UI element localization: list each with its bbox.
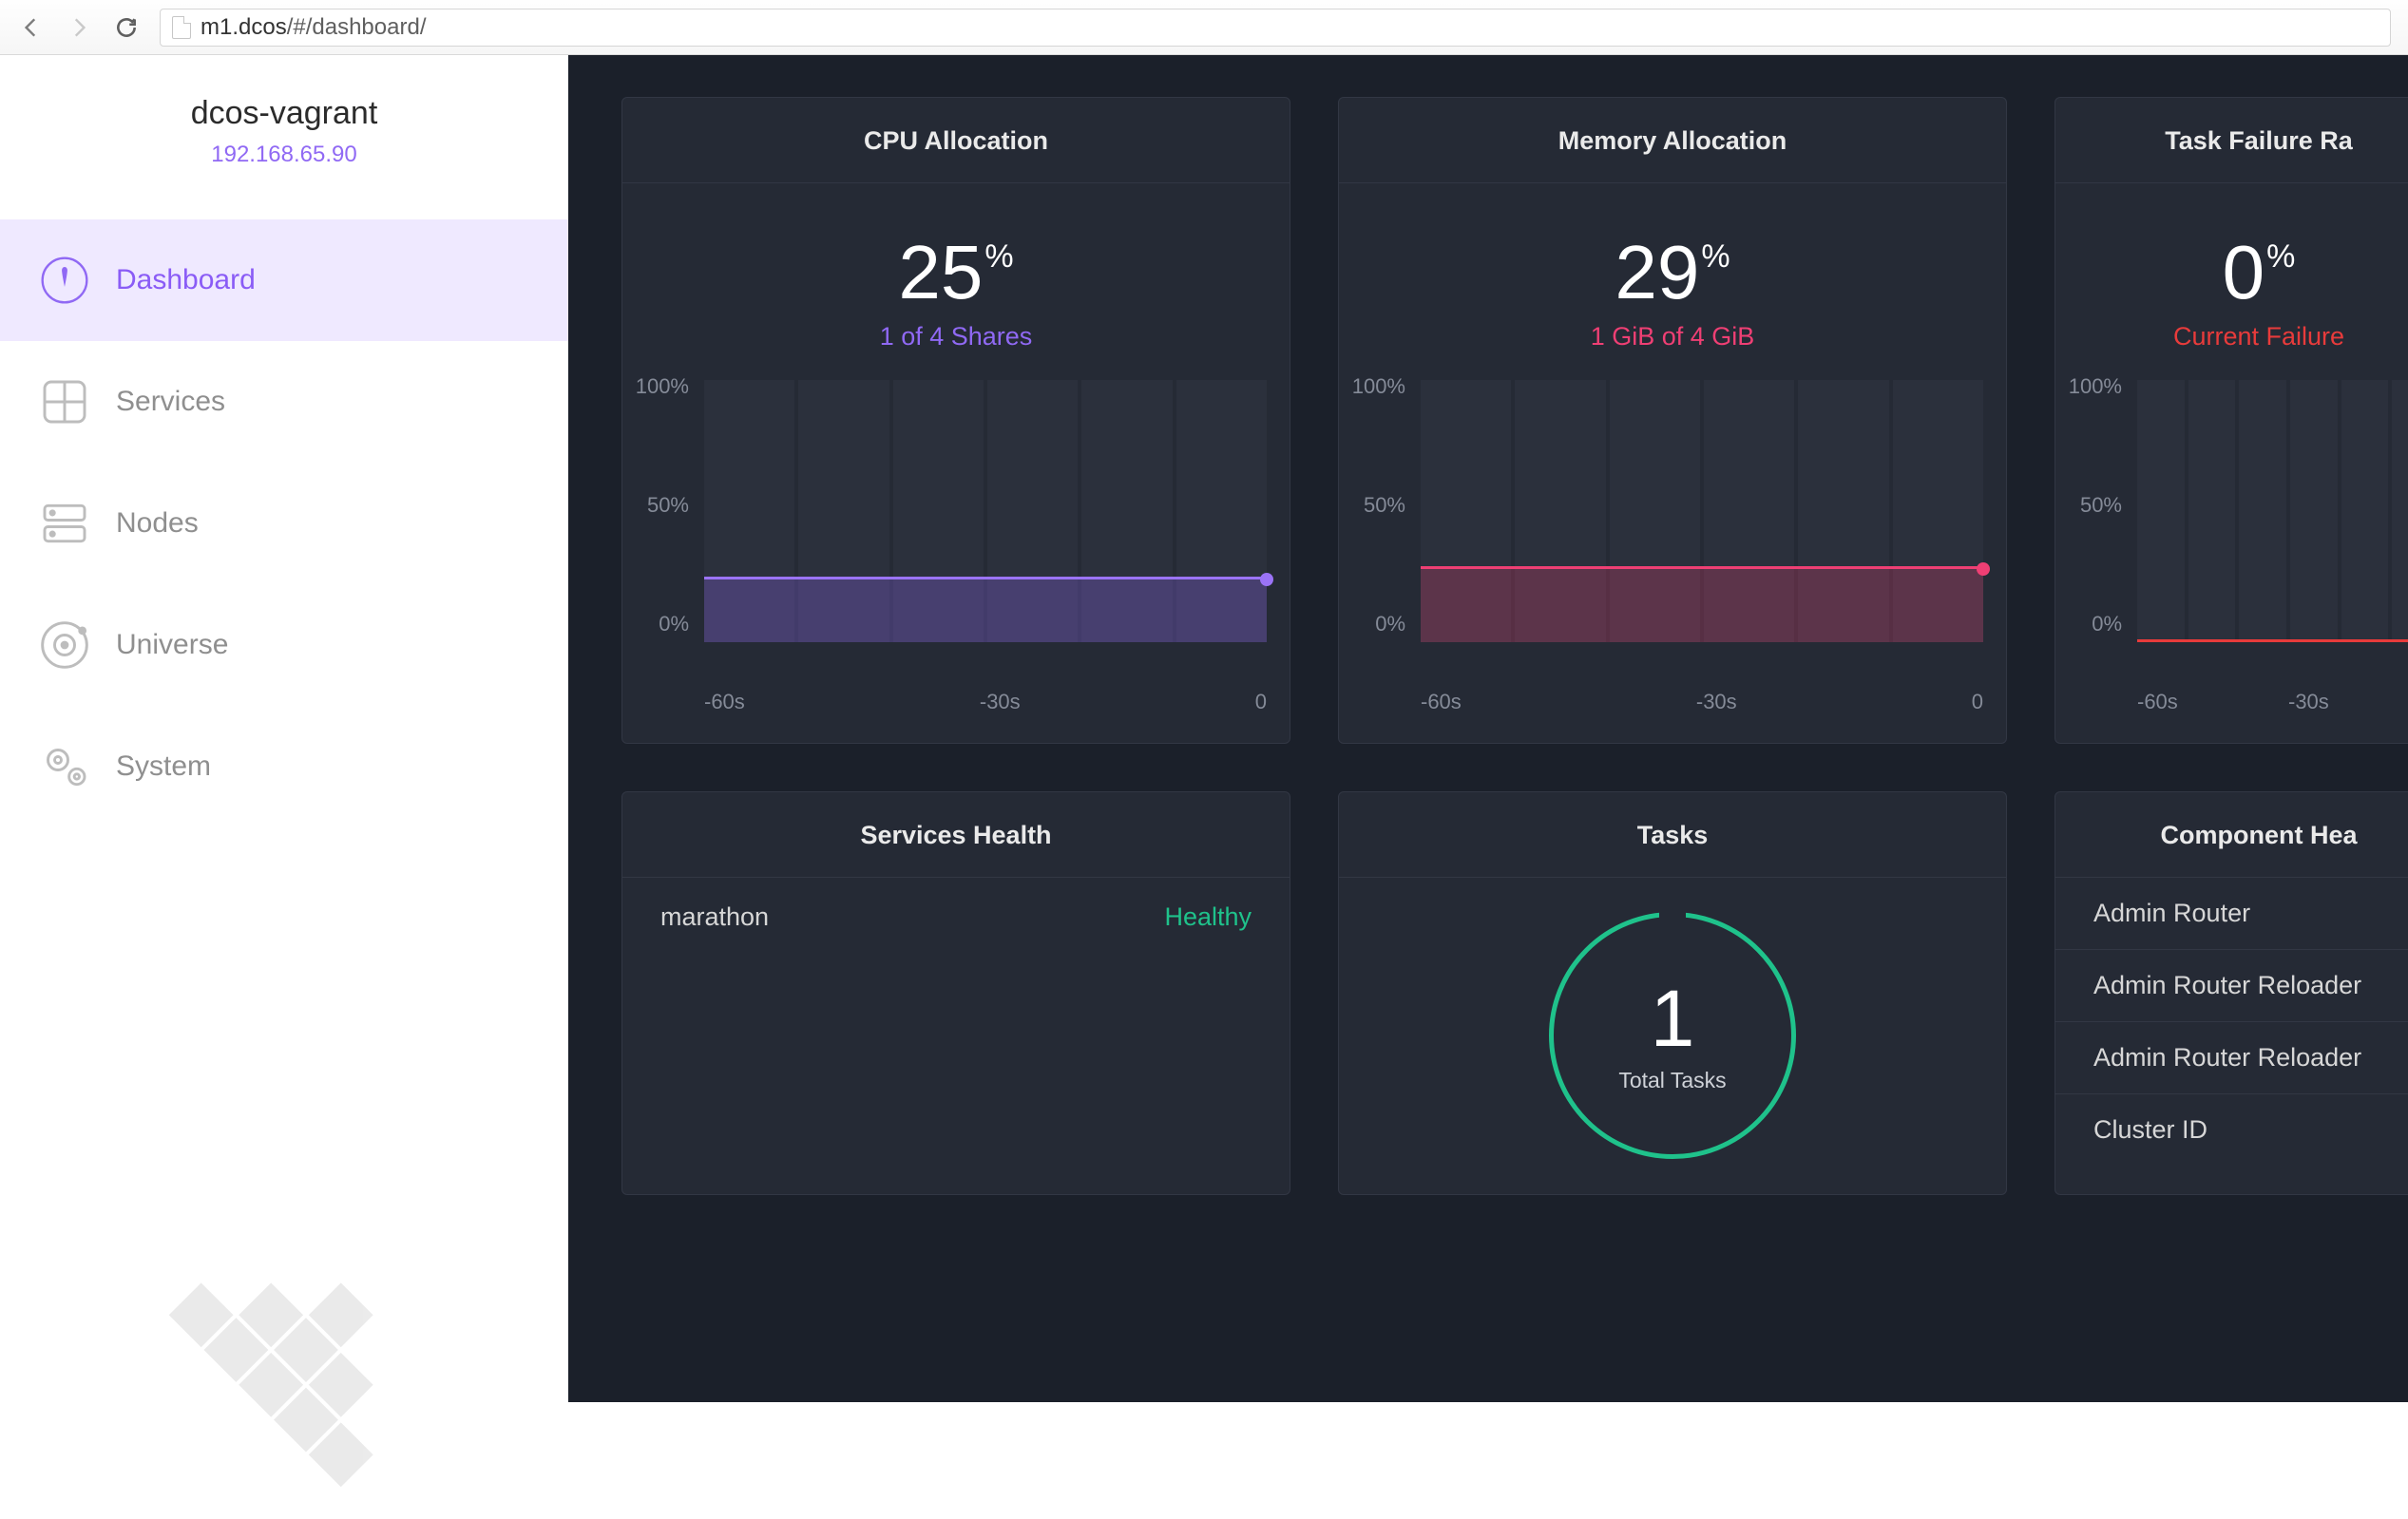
url-text: m1.dcos/#/dashboard/ (201, 14, 426, 41)
panel-title: CPU Allocation (622, 98, 1290, 183)
panel-task-failure-rate: Task Failure Ra 0% Current Failure 100%5… (2054, 97, 2408, 744)
panel-component-health: Component Hea Admin Router Admin Router … (2054, 791, 2408, 1195)
sidebar-item-label: Universe (116, 629, 228, 661)
cluster-name: dcos-vagrant (0, 95, 568, 132)
sidebar-item-system[interactable]: System (0, 706, 568, 827)
sidebar-nav: Dashboard Services Nodes Universe (0, 219, 568, 827)
memory-usage-label: 1 GiB of 4 GiB (1339, 322, 2006, 351)
sidebar-item-dashboard[interactable]: Dashboard (0, 219, 568, 341)
sidebar-item-universe[interactable]: Universe (0, 584, 568, 706)
tasks-gauge: 1 Total Tasks (1549, 912, 1796, 1159)
tasks-count: 1 (1651, 978, 1695, 1058)
page-icon (172, 16, 191, 39)
panel-title: Services Health (622, 792, 1290, 878)
cpu-percent: 25% (898, 235, 1013, 311)
gauge-icon (38, 254, 91, 307)
component-row[interactable]: Admin Router Reloader (2055, 1021, 2408, 1093)
memory-percent: 29% (1615, 235, 1730, 311)
dashboard-main: CPU Allocation 25% 1 of 4 Shares 100%50%… (568, 55, 2408, 1402)
failure-percent: 0% (2223, 235, 2296, 311)
sidebar: dcos-vagrant 192.168.65.90 Dashboard Ser… (0, 55, 568, 1402)
memory-chart: 100%50%0% (1339, 365, 2006, 678)
failure-chart: 100%50%0% (2055, 365, 2408, 678)
sidebar-item-label: Dashboard (116, 264, 256, 296)
tasks-label: Total Tasks (1618, 1068, 1726, 1093)
sidebar-item-label: System (116, 750, 211, 783)
sidebar-item-services[interactable]: Services (0, 341, 568, 463)
cpu-chart: 100%50%0% (622, 365, 1290, 678)
service-name: marathon (660, 902, 769, 932)
panel-services-health: Services Health marathon Healthy (621, 791, 1290, 1195)
reload-button[interactable] (112, 13, 141, 42)
panel-memory-allocation: Memory Allocation 29% 1 GiB of 4 GiB 100… (1338, 97, 2007, 744)
panel-title: Tasks (1339, 792, 2006, 878)
panel-cpu-allocation: CPU Allocation 25% 1 of 4 Shares 100%50%… (621, 97, 1290, 744)
address-bar[interactable]: m1.dcos/#/dashboard/ (160, 9, 2391, 47)
cluster-ip[interactable]: 192.168.65.90 (0, 142, 568, 168)
failure-label: Current Failure (2055, 322, 2408, 351)
component-row[interactable]: Admin Router Reloader (2055, 949, 2408, 1021)
cluster-header: dcos-vagrant 192.168.65.90 (0, 55, 568, 191)
gears-icon (38, 740, 91, 793)
service-status: Healthy (1164, 902, 1252, 932)
dcos-logo-icon (156, 1232, 425, 1501)
sidebar-item-nodes[interactable]: Nodes (0, 463, 568, 584)
forward-button[interactable] (65, 13, 93, 42)
panel-title: Component Hea (2055, 792, 2408, 878)
cpu-shares-label: 1 of 4 Shares (622, 322, 1290, 351)
sidebar-item-label: Services (116, 386, 225, 418)
component-row[interactable]: Cluster ID (2055, 1093, 2408, 1166)
orbit-icon (38, 618, 91, 672)
sidebar-item-label: Nodes (116, 507, 199, 540)
grid-icon (38, 375, 91, 428)
browser-toolbar: m1.dcos/#/dashboard/ (0, 0, 2408, 55)
component-row[interactable]: Admin Router (2055, 878, 2408, 949)
panel-title: Memory Allocation (1339, 98, 2006, 183)
panel-title: Task Failure Ra (2055, 98, 2408, 183)
service-row[interactable]: marathon Healthy (622, 878, 1290, 957)
servers-icon (38, 497, 91, 550)
back-button[interactable] (17, 13, 46, 42)
panel-tasks: Tasks 1 Total Tasks (1338, 791, 2007, 1195)
